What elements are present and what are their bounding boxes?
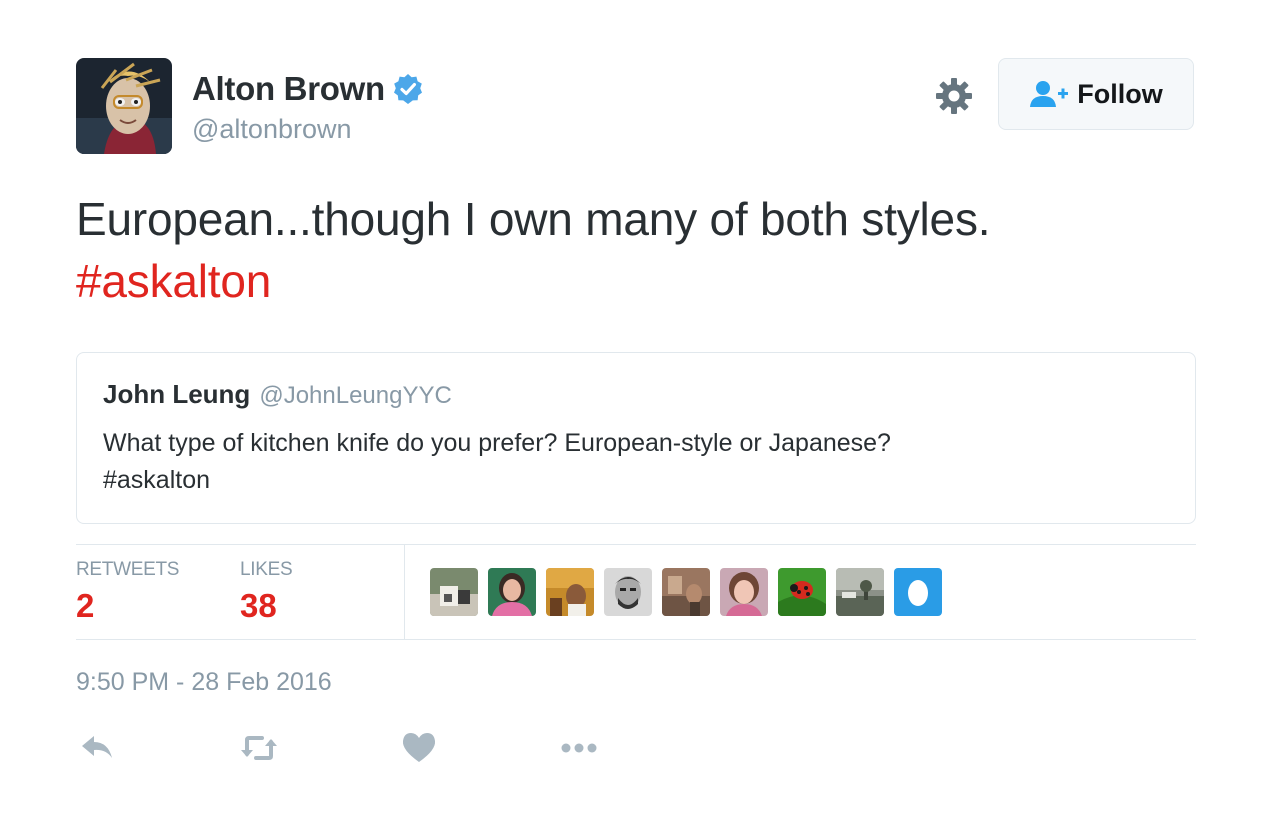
- liker-avatar-5: [662, 568, 710, 616]
- liker-avatar-4: [604, 568, 652, 616]
- likes-label: LIKES: [240, 559, 293, 580]
- tweet-actions: [76, 728, 676, 768]
- tweet-hashtag-link[interactable]: #askalton: [76, 250, 1196, 312]
- liker-avatar-6: [720, 568, 768, 616]
- quoted-tweet-header: John Leung @JohnLeungYYC: [103, 379, 452, 410]
- liker-avatar-1: [430, 568, 478, 616]
- liker-avatar[interactable]: [546, 568, 594, 616]
- liker-avatar[interactable]: [778, 568, 826, 616]
- retweets-stat[interactable]: RETWEETS 2: [76, 559, 179, 625]
- author-display-name[interactable]: Alton Brown: [192, 70, 385, 108]
- likes-count: 38: [240, 587, 277, 624]
- liker-avatar-9-default-egg: [894, 568, 942, 616]
- quoted-author-handle: @JohnLeungYYC: [259, 382, 452, 409]
- liker-avatar-2: [488, 568, 536, 616]
- retweets-label: RETWEETS: [76, 559, 180, 580]
- tweet-stats: RETWEETS 2 LIKES 38: [76, 544, 1196, 640]
- likers-avatar-list: [430, 568, 952, 616]
- liker-avatar-8: [836, 568, 884, 616]
- quoted-author-name: John Leung: [103, 379, 251, 409]
- add-user-icon: [1029, 80, 1069, 108]
- follow-button-label: Follow: [1077, 78, 1163, 109]
- liker-avatar[interactable]: [720, 568, 768, 616]
- likes-stat[interactable]: LIKES 38: [240, 559, 293, 625]
- quoted-tweet-text: What type of kitchen knife do you prefer…: [103, 425, 1163, 499]
- liker-avatar[interactable]: [894, 568, 942, 616]
- liker-avatar[interactable]: [430, 568, 478, 616]
- author-avatar[interactable]: [76, 58, 172, 154]
- liker-avatar[interactable]: [662, 568, 710, 616]
- gear-icon[interactable]: [934, 76, 974, 116]
- liker-avatar-3: [546, 568, 594, 616]
- more-icon[interactable]: [558, 728, 600, 768]
- author-handle[interactable]: @altonbrown: [192, 114, 352, 145]
- verified-badge-icon: [392, 73, 424, 105]
- liker-avatar[interactable]: [836, 568, 884, 616]
- follow-button[interactable]: Follow: [998, 58, 1194, 130]
- quoted-tweet[interactable]: John Leung @JohnLeungYYC What type of ki…: [76, 352, 1196, 524]
- retweets-count: 2: [76, 587, 95, 624]
- tweet-text: European...though I own many of both sty…: [76, 188, 1196, 312]
- tweet-card: Alton Brown @altonbrown Follow European.…: [76, 56, 1196, 762]
- tweet-header: Alton Brown @altonbrown Follow: [76, 56, 1196, 156]
- reply-icon[interactable]: [76, 728, 118, 768]
- avatar-puppet-photo: [76, 58, 172, 154]
- like-icon[interactable]: [398, 728, 440, 768]
- liker-avatar[interactable]: [488, 568, 536, 616]
- stats-divider: [404, 545, 405, 639]
- liker-avatar[interactable]: [604, 568, 652, 616]
- liker-avatar-7-ladybug: [778, 568, 826, 616]
- quoted-tweet-line: What type of kitchen knife do you prefer…: [103, 429, 891, 457]
- retweet-icon[interactable]: [238, 728, 280, 768]
- tweet-body: European...though I own many of both sty…: [76, 193, 991, 245]
- quoted-tweet-hashtag: #askalton: [103, 466, 211, 494]
- tweet-timestamp[interactable]: 9:50 PM - 28 Feb 2016: [76, 668, 332, 697]
- author-name-row: Alton Brown: [192, 70, 424, 108]
